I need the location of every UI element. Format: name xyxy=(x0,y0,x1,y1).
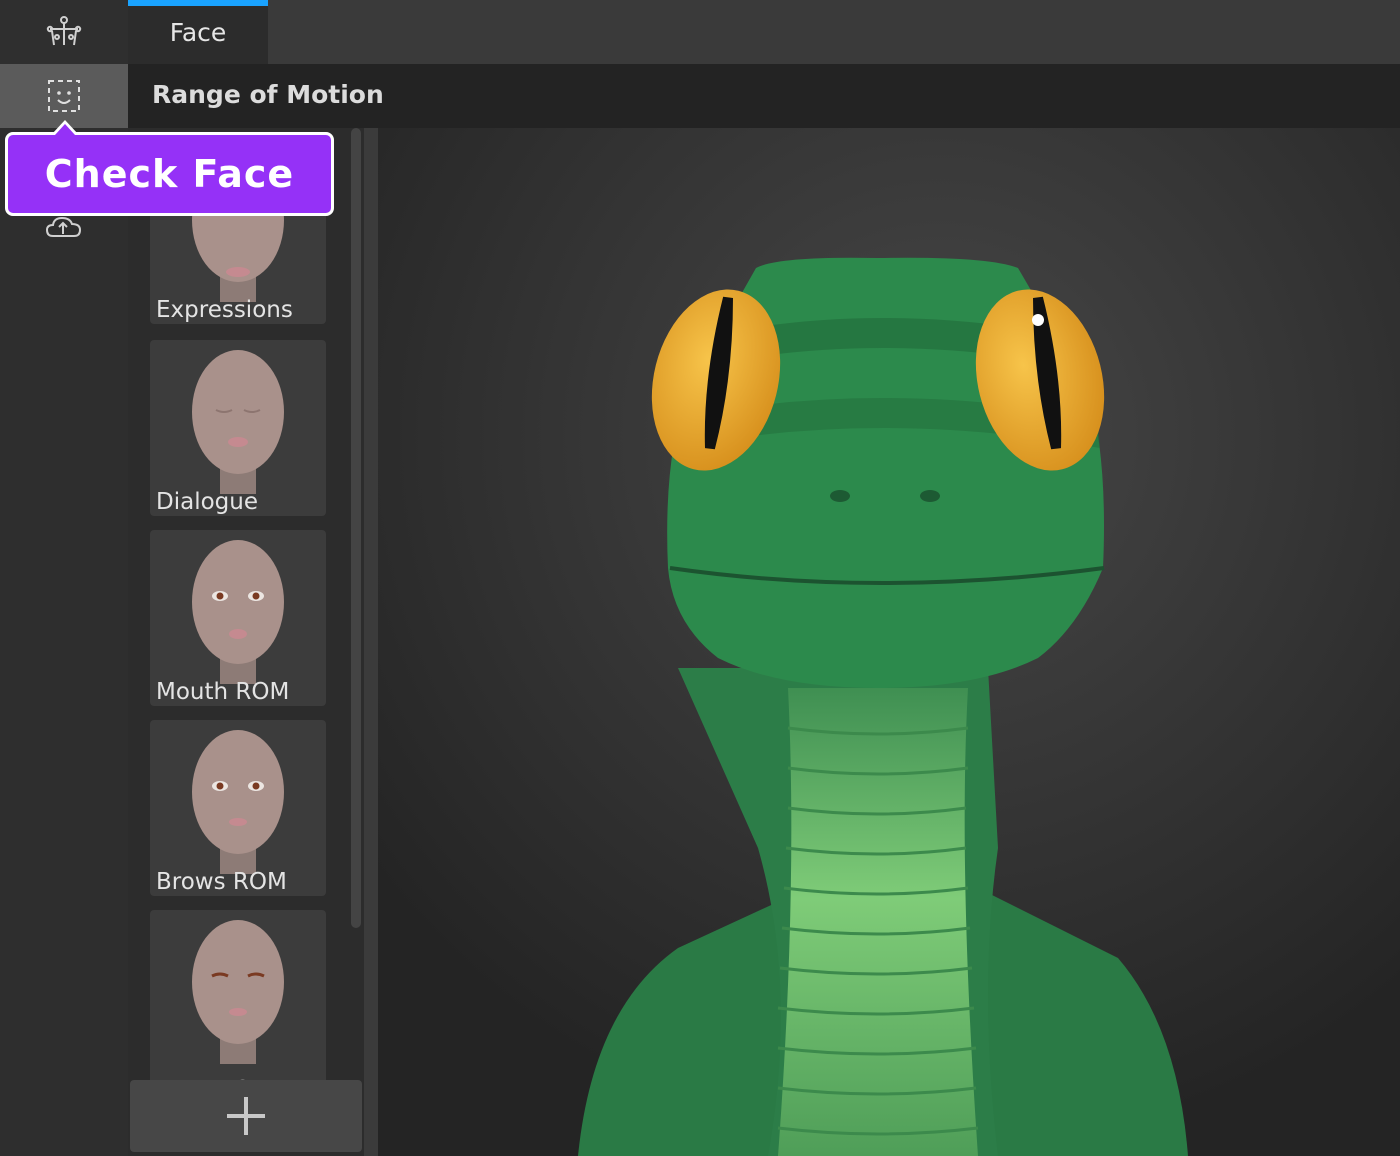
animation-card-mouth-rom[interactable]: Mouth ROM xyxy=(150,530,326,706)
callout-pointer-fill xyxy=(55,124,75,135)
head-thumbnail xyxy=(192,540,284,684)
animation-card-brows-rom[interactable]: Brows ROM xyxy=(150,720,326,896)
lizard-avatar xyxy=(378,128,1400,1156)
active-tab-indicator xyxy=(128,0,268,6)
panel-scrollbar-thumb[interactable] xyxy=(351,128,361,928)
face-scan-icon xyxy=(48,80,80,112)
upload-button[interactable] xyxy=(0,212,128,242)
add-animation-button[interactable] xyxy=(130,1080,362,1152)
face-mode-button[interactable] xyxy=(0,64,128,128)
rig-mode-button[interactable] xyxy=(0,0,128,64)
section-title: Range of Motion xyxy=(152,80,384,109)
animation-card-dialogue[interactable]: Dialogue xyxy=(150,340,326,516)
animation-card-label: Mouth ROM xyxy=(156,679,290,705)
rig-skeleton-icon xyxy=(46,16,82,46)
animation-card-eyes-rom[interactable]: Eyes ROM xyxy=(150,910,326,1086)
section-header: Range of Motion xyxy=(128,64,1400,128)
callout-label: Check Face xyxy=(44,152,295,196)
panel-resize-handle[interactable] xyxy=(364,128,378,1156)
head-thumbnail xyxy=(192,350,284,494)
plus-icon xyxy=(227,1097,265,1135)
animation-list-panel: Expressions Dialogue Mouth ROM Brows ROM xyxy=(128,128,378,1156)
head-thumbnail xyxy=(192,920,284,1064)
cloud-upload-icon xyxy=(45,216,82,237)
animation-card-label: Expressions xyxy=(156,297,293,323)
tab-face[interactable]: Face xyxy=(128,0,268,64)
head-thumbnail xyxy=(192,730,284,874)
animation-card-label: Brows ROM xyxy=(156,869,287,895)
animation-card-label: Dialogue xyxy=(156,489,258,515)
tab-face-label: Face xyxy=(169,17,227,47)
3d-viewport[interactable] xyxy=(378,128,1400,1156)
check-face-callout: Check Face xyxy=(5,132,334,216)
